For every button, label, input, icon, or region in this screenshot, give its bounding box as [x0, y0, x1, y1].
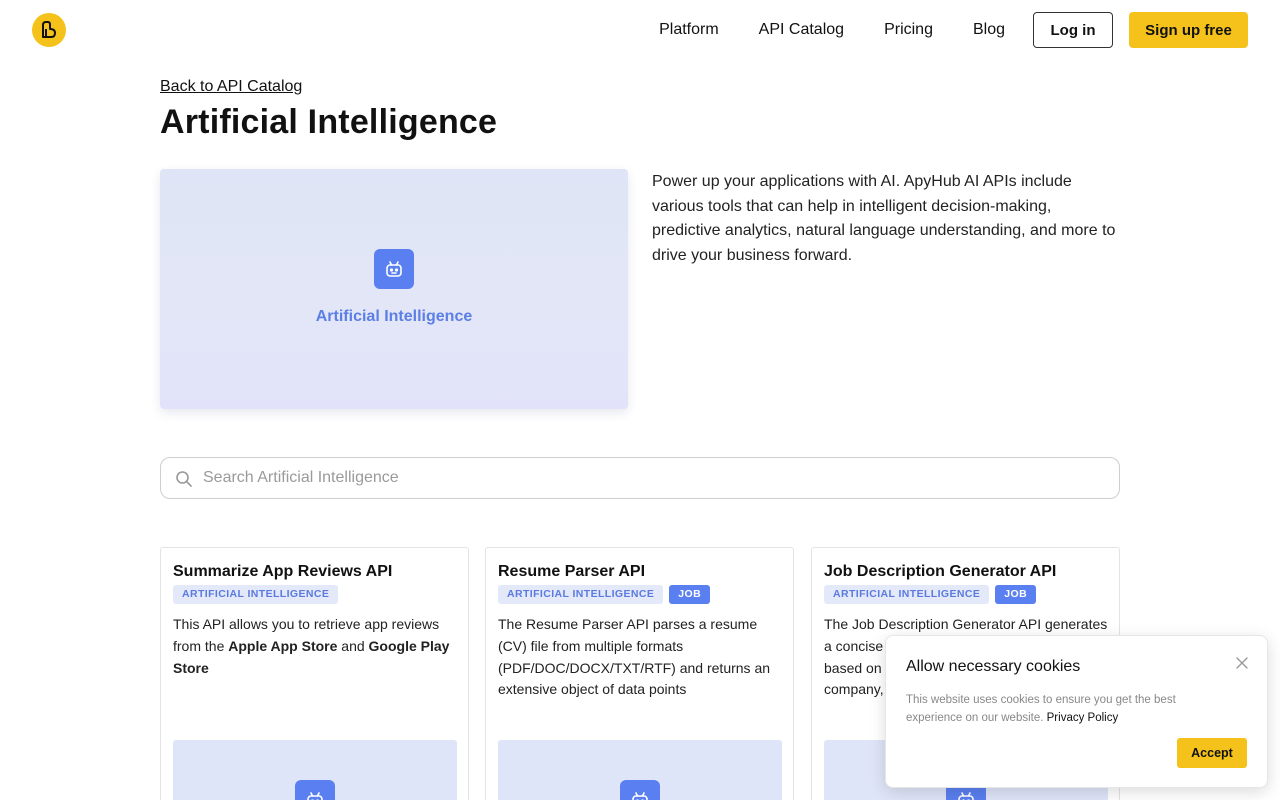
- tag-job[interactable]: JOB: [669, 585, 711, 604]
- robot-icon: [620, 780, 660, 800]
- api-card-resume-parser[interactable]: Resume Parser API ARTIFICIAL INTELLIGENC…: [485, 547, 794, 800]
- card-image: [173, 740, 457, 800]
- robot-icon: [295, 780, 335, 800]
- login-button[interactable]: Log in: [1033, 12, 1113, 48]
- hero-label: Artificial Intelligence: [315, 308, 473, 325]
- card-tags: ARTIFICIAL INTELLIGENCE: [173, 585, 344, 604]
- site-header: Platform API Catalog Pricing Blog Log in…: [0, 0, 1280, 60]
- robot-icon: [374, 249, 414, 289]
- category-hero-image: Artificial Intelligence: [160, 169, 628, 409]
- cookie-banner-title: Allow necessary cookies: [906, 658, 1081, 675]
- accept-cookies-button[interactable]: Accept: [1177, 738, 1247, 768]
- tag-artificial-intelligence[interactable]: ARTIFICIAL INTELLIGENCE: [498, 585, 664, 604]
- tag-artificial-intelligence[interactable]: ARTIFICIAL INTELLIGENCE: [824, 585, 990, 604]
- nav-blog[interactable]: Blog: [973, 21, 1005, 39]
- card-title: Resume Parser API: [498, 563, 646, 580]
- api-card-summarize-app-reviews[interactable]: Summarize App Reviews API ARTIFICIAL INT…: [160, 547, 469, 800]
- nav-api-catalog[interactable]: API Catalog: [759, 21, 844, 39]
- card-title: Job Description Generator API: [824, 563, 1057, 580]
- signup-button[interactable]: Sign up free: [1129, 12, 1248, 48]
- apyhub-logo-icon[interactable]: [32, 13, 66, 47]
- card-tags: ARTIFICIAL INTELLIGENCE JOB: [824, 585, 1042, 604]
- card-description: The Resume Parser API parses a resume (C…: [498, 616, 771, 698]
- nav-platform[interactable]: Platform: [659, 21, 719, 39]
- card-tags: ARTIFICIAL INTELLIGENCE JOB: [498, 585, 716, 604]
- back-to-catalog-link[interactable]: Back to API Catalog: [160, 78, 302, 96]
- card-title: Summarize App Reviews API: [173, 563, 393, 580]
- search-input[interactable]: [203, 458, 1103, 498]
- search-bar: [160, 457, 1120, 499]
- tag-artificial-intelligence[interactable]: ARTIFICIAL INTELLIGENCE: [173, 585, 339, 604]
- privacy-policy-link[interactable]: Privacy Policy: [1047, 712, 1119, 724]
- page-title: Artificial Intelligence: [160, 103, 498, 141]
- card-image: [498, 740, 782, 800]
- search-icon: [176, 471, 192, 487]
- cookie-banner-text: This website uses cookies to ensure you …: [906, 694, 1176, 724]
- tag-job[interactable]: JOB: [995, 585, 1037, 604]
- close-icon[interactable]: [1235, 656, 1249, 670]
- nav-pricing[interactable]: Pricing: [884, 21, 933, 39]
- card-description: This API allows you to retrieve app revi…: [173, 616, 450, 676]
- cookie-banner: Allow necessary cookies This website use…: [885, 635, 1268, 788]
- main-nav: Platform API Catalog Pricing Blog Log in…: [659, 12, 1248, 48]
- category-description: Power up your applications with AI. ApyH…: [652, 173, 1116, 265]
